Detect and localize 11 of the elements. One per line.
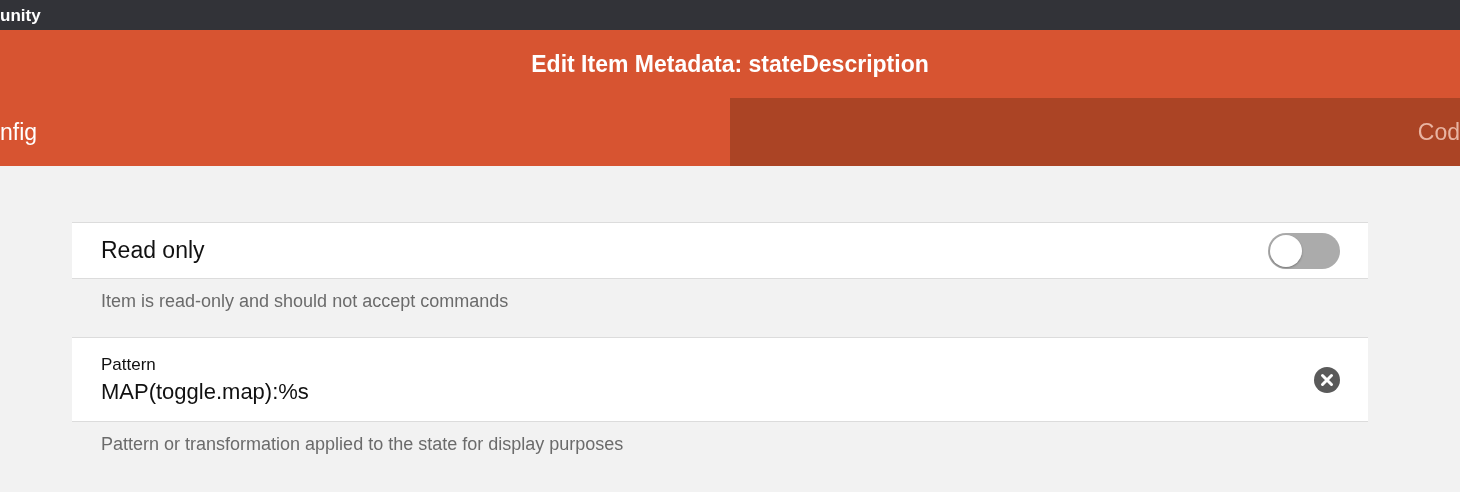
help-text: Pattern or transformation applied to the state for display purposes xyxy=(100,433,625,456)
tab[interactable]: nfig xyxy=(0,98,730,166)
app-title: unity xyxy=(0,6,41,26)
text-field[interactable]: Pattern MAP(toggle.map):%s xyxy=(72,337,1368,422)
field-label: Pattern xyxy=(101,354,157,375)
field-label: Read only xyxy=(101,237,206,264)
toggle-switch[interactable] xyxy=(1268,232,1340,269)
help-text: Item is read-only and should not accept commands xyxy=(100,290,510,313)
dialog-title: Edit Item Metadata: stateDescription xyxy=(531,50,929,78)
clear-icon[interactable] xyxy=(1314,366,1340,393)
input-field[interactable]: MAP(toggle.map):%s xyxy=(101,378,1314,405)
